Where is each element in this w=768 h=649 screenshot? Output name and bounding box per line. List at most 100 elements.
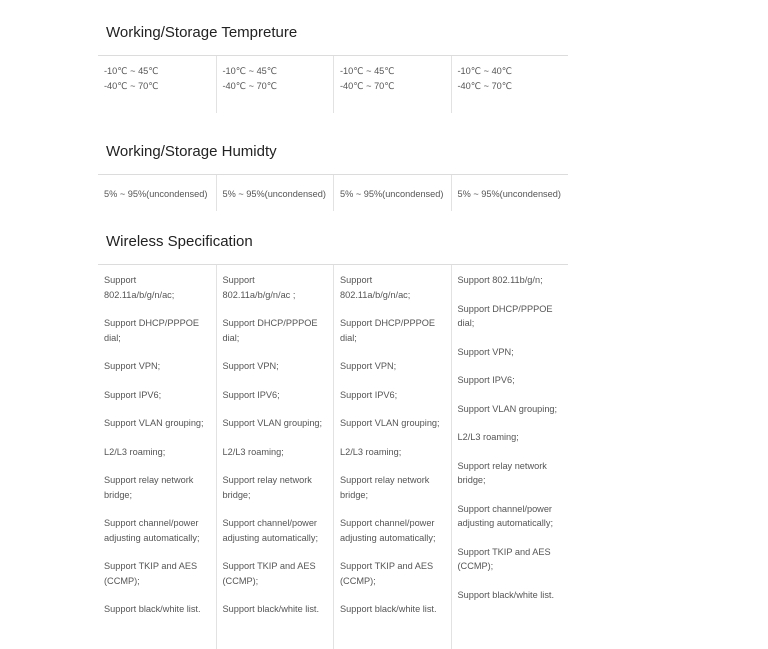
wireless-spec-text: L2/L3 roaming; xyxy=(340,446,402,457)
temperature-column: -10℃ ~ 45℃ -40℃ ~ 70℃ xyxy=(333,56,451,113)
wireless-spec-item: Support IPV6; xyxy=(223,388,330,403)
wireless-column: Support 802.11a/b/g/n/ac ; Support DHCP/PP… xyxy=(215,265,334,649)
wireless-spec-item: Support black/white list. xyxy=(458,588,565,603)
working-temperature: -10℃ ~ 45℃ xyxy=(340,66,395,76)
wireless-spec-item: Support black/white list. xyxy=(223,602,330,617)
humidity-value: 5% ~ 95%(uncondensed) xyxy=(222,189,326,199)
wireless-spec-text: Support channel/power xyxy=(340,518,435,528)
wireless-spec-text: Support TKIP and AES xyxy=(222,561,316,571)
wireless-spec-item: Support channel/power adjusting automatic… xyxy=(458,502,565,531)
wireless-spec-text: 802.11a/b/g/n/ac ; xyxy=(222,289,296,300)
wireless-spec-text: Support black/white list. xyxy=(104,604,201,614)
working-temperature: -10℃ ~ 45℃ xyxy=(104,66,159,76)
temperature-column: -10℃ ~ 45℃ -40℃ ~ 70℃ xyxy=(215,56,334,113)
humidity-columns: 5% ~ 95%(uncondensed) 5% ~ 95%(uncondens… xyxy=(98,175,568,211)
wireless-spec-item: Support relay network bridge; xyxy=(104,473,212,502)
humidity-column: 5% ~ 95%(uncondensed) xyxy=(450,175,569,211)
wireless-spec-text: Support VLAN grouping; xyxy=(104,418,204,428)
wireless-spec-text: dial; xyxy=(222,332,240,343)
wireless-spec-text: adjusting automatically; xyxy=(104,532,200,543)
wireless-spec-item: Support TKIP and AES (CCMP); xyxy=(223,559,330,588)
humidity-value: 5% ~ 95%(uncondensed) xyxy=(104,189,208,199)
wireless-spec-text: bridge; xyxy=(457,475,486,485)
wireless-spec-text: Support black/white list. xyxy=(222,604,320,614)
wireless-spec-text: (CCMP); xyxy=(340,575,376,586)
humidity-title: Working/Storage Humidty xyxy=(106,143,277,160)
wireless-columns: Support 802.11a/b/g/n/ac; Support DHCP/PPP… xyxy=(98,265,568,649)
wireless-spec-text: dial; xyxy=(457,318,475,328)
wireless-spec-item: Support 802.11a/b/g/n/ac; xyxy=(340,273,447,302)
wireless-spec-item: L2/L3 roaming; xyxy=(458,430,565,445)
storage-temperature: -40℃ ~ 70℃ xyxy=(457,80,513,91)
wireless-spec-text: L2/L3 roaming; xyxy=(104,446,166,457)
wireless-spec-text: (CCMP); xyxy=(222,575,259,586)
wireless-spec-text: adjusting automatically; xyxy=(340,532,436,543)
wireless-spec-item: Support 802.11a/b/g/n/ac; xyxy=(104,273,212,302)
wireless-spec-text: Support channel/power xyxy=(222,518,318,528)
wireless-spec-text: Support relay network xyxy=(104,475,194,485)
wireless-column: Support 802.11a/b/g/n/ac; Support DHCP/PPP… xyxy=(333,265,451,649)
wireless-spec-item: Support channel/power adjusting automatic… xyxy=(104,516,212,545)
wireless-spec-text: Support 802.11b/g/n; xyxy=(457,275,543,285)
wireless-spec-item: Support relay network bridge; xyxy=(458,459,565,488)
wireless-column: Support 802.11b/g/n; Support DHCP/PPPOE di… xyxy=(450,265,569,649)
wireless-spec-item: Support VPN; xyxy=(223,359,330,374)
wireless-spec-text: Support relay network xyxy=(457,460,547,471)
humidity-column: 5% ~ 95%(uncondensed) xyxy=(333,175,451,211)
wireless-spec-text: Support TKIP and AES xyxy=(104,561,198,571)
wireless-column: Support 802.11a/b/g/n/ac; Support DHCP/PPP… xyxy=(98,265,216,649)
wireless-spec-item: Support DHCP/PPPOE dial; xyxy=(458,302,565,331)
wireless-spec-text: Support DHCP/PPPOE xyxy=(457,303,553,314)
wireless-spec-text: Support VLAN grouping; xyxy=(222,418,323,428)
wireless-spec-item: Support TKIP and AES (CCMP); xyxy=(340,559,447,588)
wireless-spec-item: Support VLAN grouping; xyxy=(223,416,330,431)
wireless-spec-text: Support VLAN grouping; xyxy=(457,403,558,414)
wireless-spec-text: bridge; xyxy=(104,489,133,500)
wireless-spec-text: dial; xyxy=(340,332,357,343)
wireless-spec-item: Support VPN; xyxy=(458,345,565,360)
temperature-columns: -10℃ ~ 45℃ -40℃ ~ 70℃ -10℃ ~ 45℃ -40℃ ~ … xyxy=(98,56,568,113)
wireless-spec-text: Support TKIP and AES xyxy=(340,561,434,571)
wireless-spec-text: Support xyxy=(104,275,137,285)
wireless-spec-item: Support channel/power adjusting automatic… xyxy=(223,516,330,545)
wireless-spec-item: Support DHCP/PPPOE dial; xyxy=(104,316,212,345)
wireless-spec-item: Support relay network bridge; xyxy=(340,473,447,502)
wireless-spec-item: Support 802.11b/g/n; xyxy=(458,273,565,288)
wireless-spec-item: Support 802.11a/b/g/n/ac ; xyxy=(223,273,330,302)
wireless-spec-text: Support channel/power xyxy=(104,518,199,528)
wireless-spec-item: Support DHCP/PPPOE dial; xyxy=(340,316,447,345)
wireless-spec-text: bridge; xyxy=(340,489,369,500)
wireless-title: Wireless Specification xyxy=(106,233,253,250)
wireless-spec-item: Support IPV6; xyxy=(458,373,565,388)
wireless-spec-text: (CCMP); xyxy=(104,575,140,586)
wireless-spec-item: Support TKIP and AES (CCMP); xyxy=(104,559,212,588)
wireless-spec-text: Support DHCP/PPPOE xyxy=(340,318,435,328)
wireless-spec-text: Support VPN; xyxy=(457,346,514,357)
wireless-spec-text: Support xyxy=(222,275,255,285)
working-temperature: -10℃ ~ 40℃ xyxy=(457,66,513,76)
temperature-column: -10℃ ~ 40℃ -40℃ ~ 70℃ xyxy=(450,56,569,113)
wireless-spec-item: Support relay network bridge; xyxy=(223,473,330,502)
wireless-spec-item: Support TKIP and AES (CCMP); xyxy=(458,545,565,574)
temperature-section: Working/Storage Tempreture -10℃ ~ 45℃ -4… xyxy=(98,22,568,113)
wireless-spec-item: L2/L3 roaming; xyxy=(104,445,212,460)
wireless-spec-text: 802.11a/b/g/n/ac; xyxy=(104,289,175,300)
wireless-spec-text: 802.11a/b/g/n/ac; xyxy=(340,289,411,300)
humidity-value: 5% ~ 95%(uncondensed) xyxy=(340,189,444,199)
wireless-spec-text: Support channel/power xyxy=(457,503,553,514)
wireless-spec-item: Support black/white list. xyxy=(104,602,212,617)
temperature-column: -10℃ ~ 45℃ -40℃ ~ 70℃ xyxy=(98,56,216,113)
wireless-spec-text: Support DHCP/PPPOE xyxy=(104,318,199,328)
wireless-spec-item: Support black/white list. xyxy=(340,602,447,617)
wireless-spec-item: L2/L3 roaming; xyxy=(340,445,447,460)
storage-temperature: -40℃ ~ 70℃ xyxy=(104,80,159,91)
wireless-spec-text: Support IPV6; xyxy=(222,389,280,400)
temperature-title: Working/Storage Tempreture xyxy=(106,24,298,41)
wireless-spec-item: Support IPV6; xyxy=(340,388,447,403)
wireless-spec-item: L2/L3 roaming; xyxy=(223,445,330,460)
wireless-spec-text: Support VPN; xyxy=(104,361,161,371)
humidity-column: 5% ~ 95%(uncondensed) xyxy=(215,175,334,211)
wireless-spec-item: Support VPN; xyxy=(340,359,447,374)
humidity-column: 5% ~ 95%(uncondensed) xyxy=(98,175,216,211)
wireless-spec-text: Support relay network xyxy=(222,475,312,485)
